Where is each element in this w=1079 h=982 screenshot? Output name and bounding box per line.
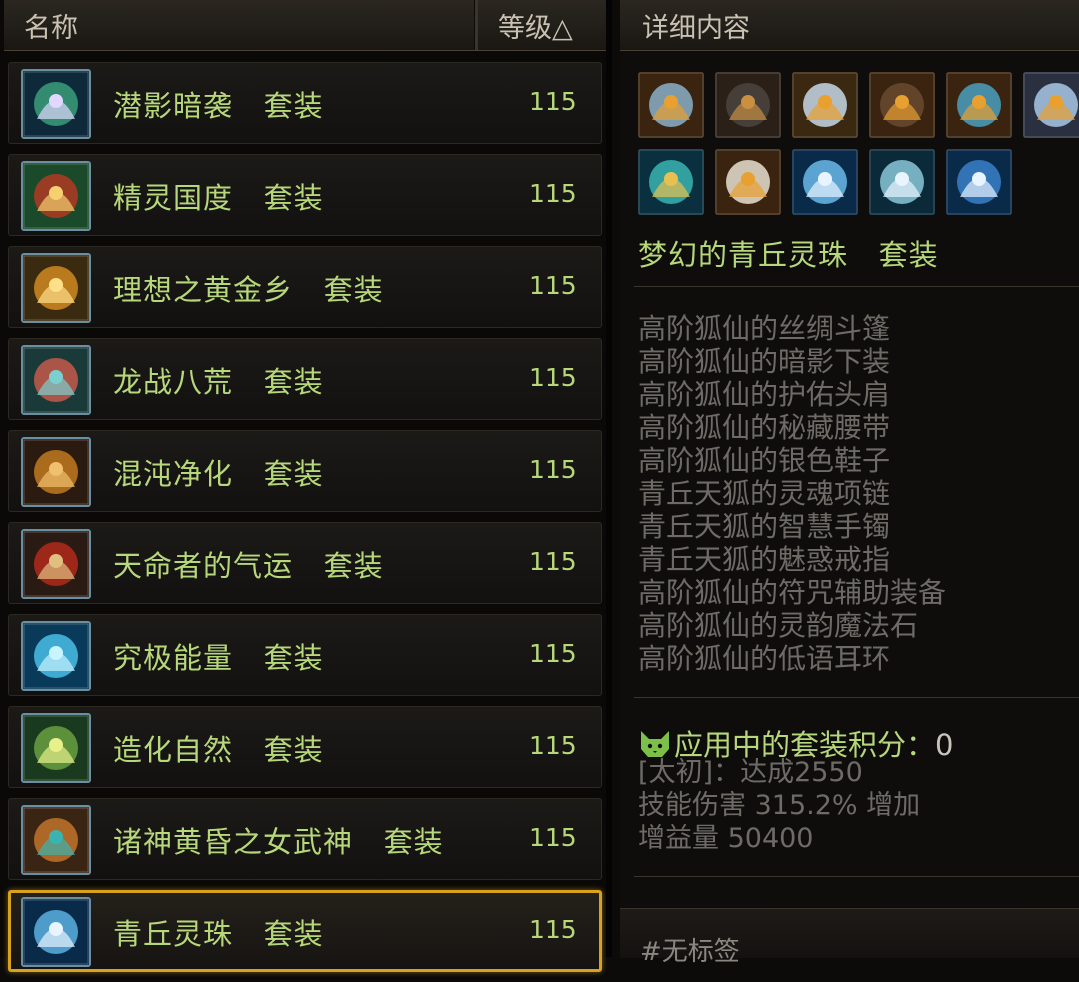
set-level: 115 [529,915,577,944]
set-piece-name: 青丘天狐的智慧手镯 [638,510,891,543]
cat-icon [641,731,669,757]
set-piece-name: 青丘天狐的灵魂项链 [638,477,891,510]
shoulder-armor-icon[interactable] [792,72,858,138]
set-pieces-list: 高阶狐仙的丝绸斗篷 高阶狐仙的暗影下装 高阶狐仙的护佑头肩 高阶狐仙的秘藏腰带 高阶狐仙… [638,312,1078,675]
set-bonus-line: [太初]：达成2550 [638,757,863,788]
divider [634,697,1079,698]
set-list-row[interactable]: 理想之黄金乡 套装 115 [8,246,602,328]
red-flower-icon [21,161,91,231]
earring-icon[interactable] [946,149,1012,215]
fox-ring-icon[interactable] [715,149,781,215]
column-header-name[interactable]: 名称 [24,6,78,45]
tag-bar[interactable]: #无标签 [620,908,1079,967]
cloak-icon[interactable] [638,72,704,138]
set-list-row[interactable]: 究极能量 套装 115 [8,614,602,696]
set-piece-name: 高阶狐仙的护佑头肩 [638,378,891,411]
set-score-value: 0 [935,728,954,762]
set-level: 115 [529,363,577,392]
set-level: 115 [529,179,577,208]
maple-leaf-icon [21,437,91,507]
set-piece-name: 高阶狐仙的银色鞋子 [638,444,891,477]
set-name: 究极能量 套装 [113,641,324,675]
set-name: 混沌净化 套装 [113,457,324,491]
tag-label: #无标签 [640,937,740,967]
set-name: 龙战八荒 套装 [113,365,324,399]
set-level: 115 [529,547,577,576]
panel-divider [606,0,612,957]
boots-icon[interactable] [946,72,1012,138]
detail-title: 详细内容 [642,13,750,44]
set-name: 青丘灵珠 套装 [113,917,324,951]
set-list-row[interactable]: 龙战八荒 套装 115 [8,338,602,420]
set-name: 诸神黄昏之女武神 套装 [113,825,444,859]
set-name: 潜影暗袭 套装 [113,89,324,123]
set-level: 115 [529,639,577,668]
set-name: 天命者的气运 套装 [113,549,384,583]
set-level: 115 [529,823,577,852]
set-name: 精灵国度 套装 [113,181,324,215]
set-name: 造化自然 套装 [113,733,324,767]
set-list-row[interactable]: 青丘灵珠 套装 115 [8,890,602,972]
dark-pants-icon[interactable] [715,72,781,138]
set-level: 115 [529,731,577,760]
bracelet-icon[interactable] [638,149,704,215]
belt-icon[interactable] [869,72,935,138]
energy-crystal-icon [21,621,91,691]
set-name: 理想之黄金乡 套装 [113,273,384,307]
set-level: 115 [529,271,577,300]
set-level: 115 [529,87,577,116]
dragon-claw-icon [21,345,91,415]
list-header: 名称 等级△ [4,0,606,51]
set-list-row[interactable]: 造化自然 套装 115 [8,706,602,788]
set-piece-name: 青丘天狐的魅惑戒指 [638,543,891,576]
divider [634,286,1079,287]
set-level: 115 [529,455,577,484]
set-piece-name: 高阶狐仙的低语耳环 [638,642,891,675]
column-header-level-sort[interactable]: 等级△ [498,6,573,45]
magic-stone-icon[interactable] [869,149,935,215]
set-list-row[interactable]: 诸神黄昏之女武神 套装 115 [8,798,602,880]
set-piece-name: 高阶狐仙的灵韵魔法石 [638,609,919,642]
valkyrie-wing-icon [21,805,91,875]
detail-panel: 详细内容 梦幻的青丘灵珠 套装 高阶狐仙的丝绸斗篷 高阶狐仙的暗影下装 高阶狐仙的护… [620,0,1079,967]
set-piece-name: 高阶狐仙的暗影下装 [638,345,891,378]
set-piece-name: 高阶狐仙的符咒辅助装备 [638,576,947,609]
set-title: 梦幻的青丘灵珠 套装 [638,238,939,272]
set-list-row[interactable]: 潜影暗袭 套装 115 [8,62,602,144]
shadow-tree-icon [21,69,91,139]
necklace-icon[interactable] [1023,72,1079,138]
set-list-panel: 名称 等级△ 潜影暗袭 套装 115 精灵国度 套装 115 理想之黄金乡 套装 115 龙… [0,0,612,972]
nature-seed-icon [21,713,91,783]
divider [634,876,1079,877]
detail-header: 详细内容 [620,0,1079,51]
set-list-row[interactable]: 天命者的气运 套装 115 [8,522,602,604]
set-bonus-line: 技能伤害 315.2% 增加 [638,790,921,821]
set-list: 潜影暗袭 套装 115 精灵国度 套装 115 理想之黄金乡 套装 115 龙战八荒 套装 1… [8,62,602,982]
column-divider [474,0,478,50]
golden-orb-icon [21,253,91,323]
fate-scroll-icon [21,529,91,599]
set-list-row[interactable]: 精灵国度 套装 115 [8,154,602,236]
talisman-icon[interactable] [792,149,858,215]
set-piece-name: 高阶狐仙的丝绸斗篷 [638,312,891,345]
set-piece-name: 高阶狐仙的秘藏腰带 [638,411,891,444]
set-list-row[interactable]: 混沌净化 套装 115 [8,430,602,512]
set-bonus-line: 增益量 50400 [638,823,814,854]
set-bonus-list: [太初]：达成2550 技能伤害 315.2% 增加 增益量 50400 [638,756,920,855]
